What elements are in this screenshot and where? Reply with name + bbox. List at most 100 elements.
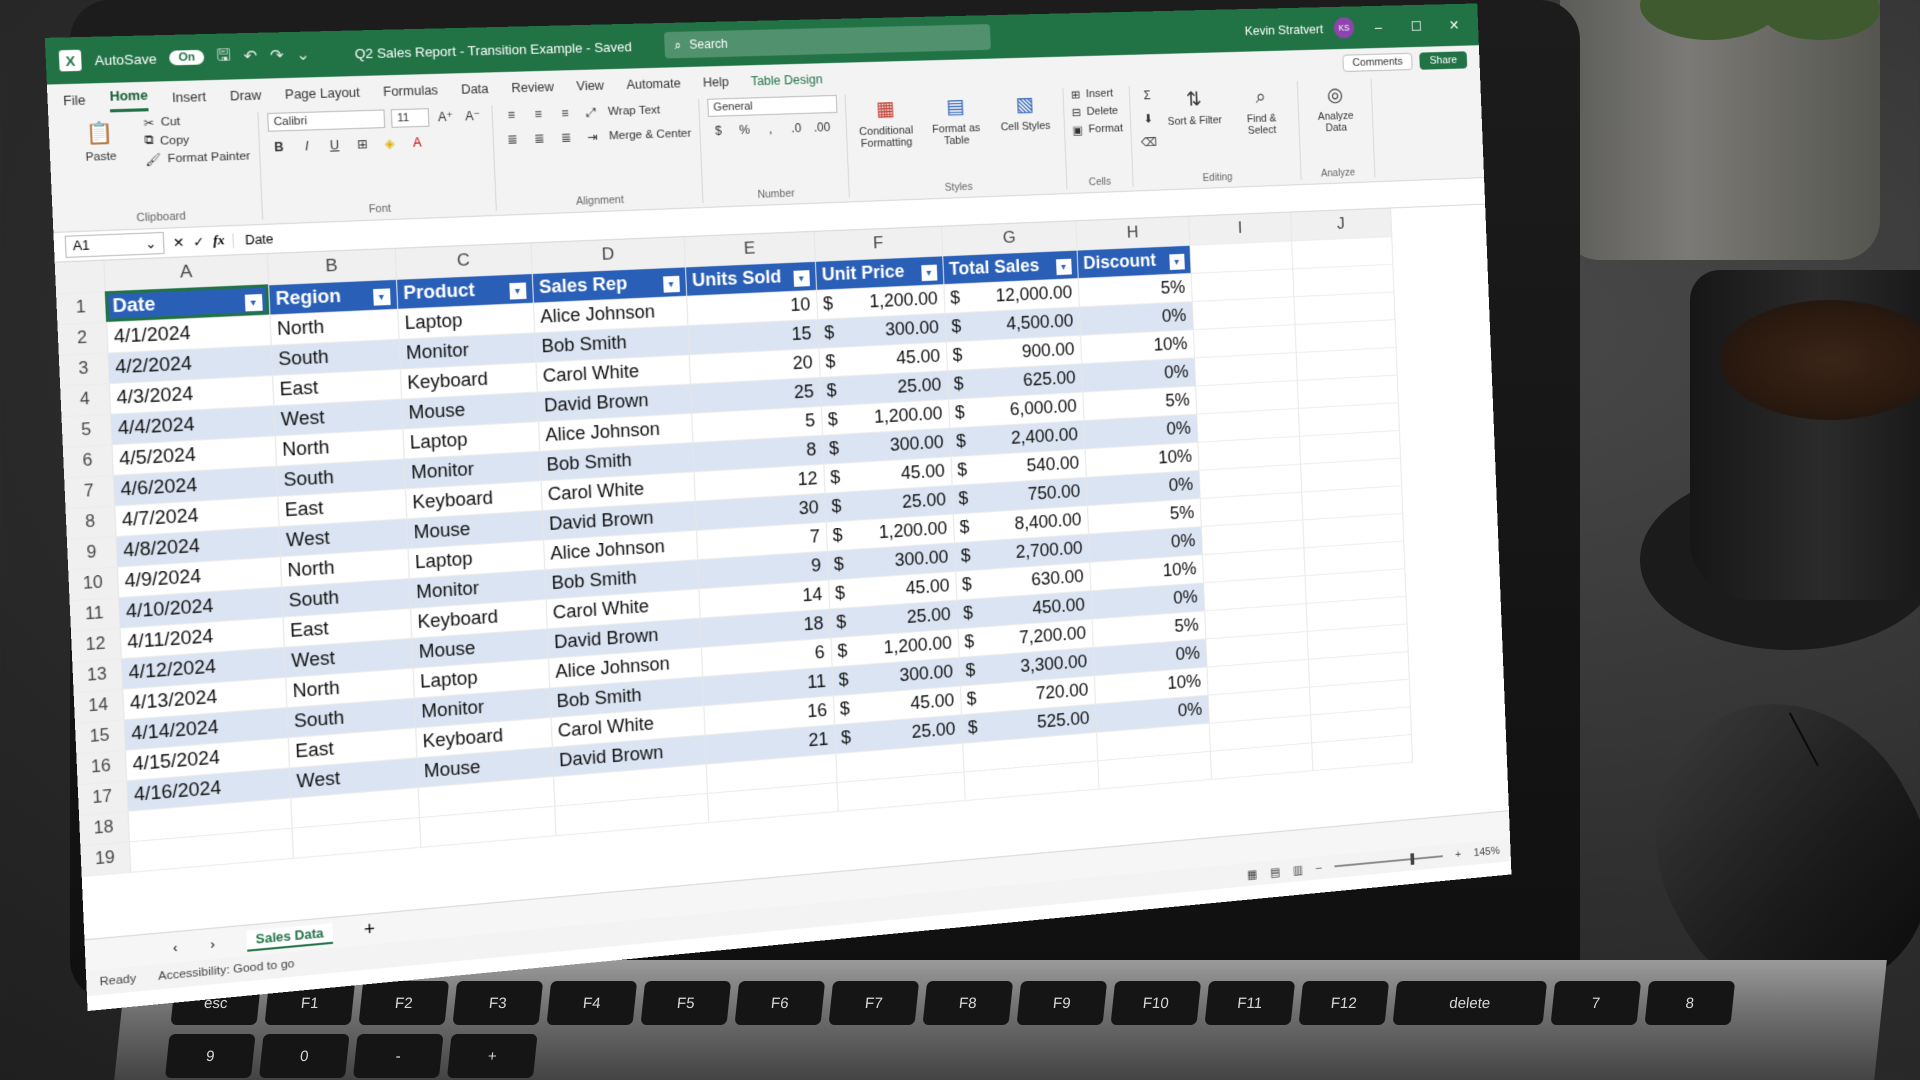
cut-button[interactable]: ✂ Cut [143,113,249,131]
filter-dropdown-icon[interactable]: ▾ [662,275,680,293]
tab-formulas[interactable]: Formulas [383,83,439,104]
autosum-icon[interactable]: Σ [1137,85,1157,105]
row-number[interactable]: 7 [64,474,115,509]
add-sheet-button[interactable]: + [364,918,376,941]
row-number[interactable]: 5 [61,413,112,447]
row-number[interactable]: 17 [77,780,128,815]
comma-icon[interactable]: , [760,119,781,140]
percent-icon[interactable]: % [734,120,755,141]
decrease-decimal-icon[interactable]: .00 [812,117,833,138]
bold-icon[interactable]: B [268,136,290,158]
row-number[interactable]: 12 [70,627,121,662]
italic-icon[interactable]: I [296,135,318,157]
row-number[interactable]: 10 [68,566,119,601]
row-number[interactable]: 16 [76,749,127,785]
align-left-icon[interactable]: ≣ [501,129,523,150]
paste-button[interactable]: 📋 Paste [64,116,139,212]
shrink-font-icon[interactable]: A⁻ [462,105,484,126]
save-icon[interactable]: 🖫 [216,43,231,70]
undo-icon[interactable]: ↶ [243,46,257,65]
column-header-j[interactable]: J [1290,208,1392,241]
tab-review[interactable]: Review [511,80,554,101]
copy-button[interactable]: ⧉ Copy [144,131,250,148]
filter-dropdown-icon[interactable]: ▾ [372,288,391,306]
zoom-level[interactable]: 145% [1474,845,1501,859]
comments-button[interactable]: Comments [1342,52,1413,73]
tab-page-layout[interactable]: Page Layout [285,85,361,107]
maximize-icon[interactable]: ☐ [1403,17,1431,34]
clear-icon[interactable]: ⌫ [1139,132,1159,152]
accessibility-status[interactable]: Accessibility: Good to go [158,958,295,983]
row-number[interactable]: 15 [74,719,125,754]
borders-icon[interactable]: ⊞ [351,134,373,155]
cancel-icon[interactable]: ✕ [173,234,185,250]
row-number[interactable]: 14 [73,688,124,723]
row-number[interactable]: 4 [60,383,111,417]
zoom-slider[interactable] [1334,853,1443,868]
sheet-tab-sales-data[interactable]: Sales Data [246,922,333,952]
redo-icon[interactable]: ↷ [270,46,284,65]
page-layout-view-icon[interactable]: ▤ [1270,865,1280,879]
filter-dropdown-icon[interactable]: ▾ [1055,258,1072,276]
font-name-select[interactable]: Calibri [266,109,385,132]
cell-styles-button[interactable]: ▧ Cell Styles [993,88,1058,178]
row-number[interactable]: 18 [78,810,129,846]
tab-file[interactable]: File [63,93,86,114]
filter-dropdown-icon[interactable]: ▾ [920,264,937,282]
row-number[interactable]: 6 [62,444,113,478]
grow-font-icon[interactable]: A⁺ [435,106,457,127]
fill-icon[interactable]: ⬇ [1138,109,1158,129]
orientation-icon[interactable]: ⤢ [581,102,602,123]
avatar[interactable]: KS [1333,17,1355,39]
row-number[interactable]: 11 [69,597,120,631]
user-name[interactable]: Kevin Stratvert [1244,21,1323,37]
tab-view[interactable]: View [576,78,604,98]
filter-dropdown-icon[interactable]: ▾ [1168,253,1185,271]
row-number[interactable]: 1 [56,291,107,325]
increase-decimal-icon[interactable]: .0 [786,118,807,139]
close-icon[interactable]: ✕ [1440,17,1467,34]
tab-help[interactable]: Help [703,75,730,95]
delete-cells-button[interactable]: ⊟ Delete [1072,104,1123,119]
filter-dropdown-icon[interactable]: ▾ [792,270,810,287]
filter-dropdown-icon[interactable]: ▾ [508,282,527,300]
merge-center-button[interactable]: Merge & Center [609,128,692,143]
tab-draw[interactable]: Draw [230,88,262,109]
column-header-i[interactable]: I [1188,212,1292,245]
analyze-data-button[interactable]: ◎ Analyze Data [1305,79,1367,166]
align-top-icon[interactable]: ≡ [500,104,522,125]
row-number[interactable]: 9 [66,536,117,570]
minimize-icon[interactable]: – [1365,19,1393,35]
row-number[interactable]: 13 [72,658,123,693]
insert-cells-button[interactable]: ⊞ Insert [1071,86,1122,102]
scroll-left-icon[interactable]: ‹ [173,940,178,955]
search-box[interactable]: ⌕ Search [663,24,991,59]
zoom-out-icon[interactable]: – [1316,862,1322,874]
wrap-text-button[interactable]: Wrap Text [608,104,661,118]
format-painter-button[interactable]: 🖌 Format Painter [145,149,251,167]
align-bottom-icon[interactable]: ≡ [554,103,575,124]
align-right-icon[interactable]: ≣ [555,127,576,148]
page-break-view-icon[interactable]: ▥ [1293,863,1303,877]
align-center-icon[interactable]: ≣ [528,128,550,149]
tab-insert[interactable]: Insert [172,90,207,111]
currency-icon[interactable]: $ [708,120,729,141]
tab-data[interactable]: Data [461,82,489,102]
row-number[interactable]: 3 [58,352,109,386]
share-button[interactable]: Share [1419,51,1468,70]
indent-icon[interactable]: ⇥ [582,126,603,147]
sort-filter-button[interactable]: ⇅ Sort & Filter [1164,83,1227,171]
enter-icon[interactable]: ✓ [193,234,205,250]
row-number[interactable]: 8 [65,505,116,539]
zoom-knob[interactable] [1410,853,1415,865]
font-color-icon[interactable]: A [406,132,428,153]
normal-view-icon[interactable]: ▦ [1247,867,1258,882]
row-number[interactable]: 19 [80,841,131,876]
row-number[interactable]: 2 [57,321,108,355]
format-as-table-button[interactable]: ▤ Format as Table [924,90,990,180]
document-title[interactable]: Q2 Sales Report - Transition Example - S… [354,39,632,62]
autosave-toggle[interactable]: On [169,49,205,66]
fill-color-icon[interactable]: ◈ [379,133,401,154]
tab-table-design[interactable]: Table Design [750,72,823,93]
select-all-corner[interactable] [54,260,105,294]
